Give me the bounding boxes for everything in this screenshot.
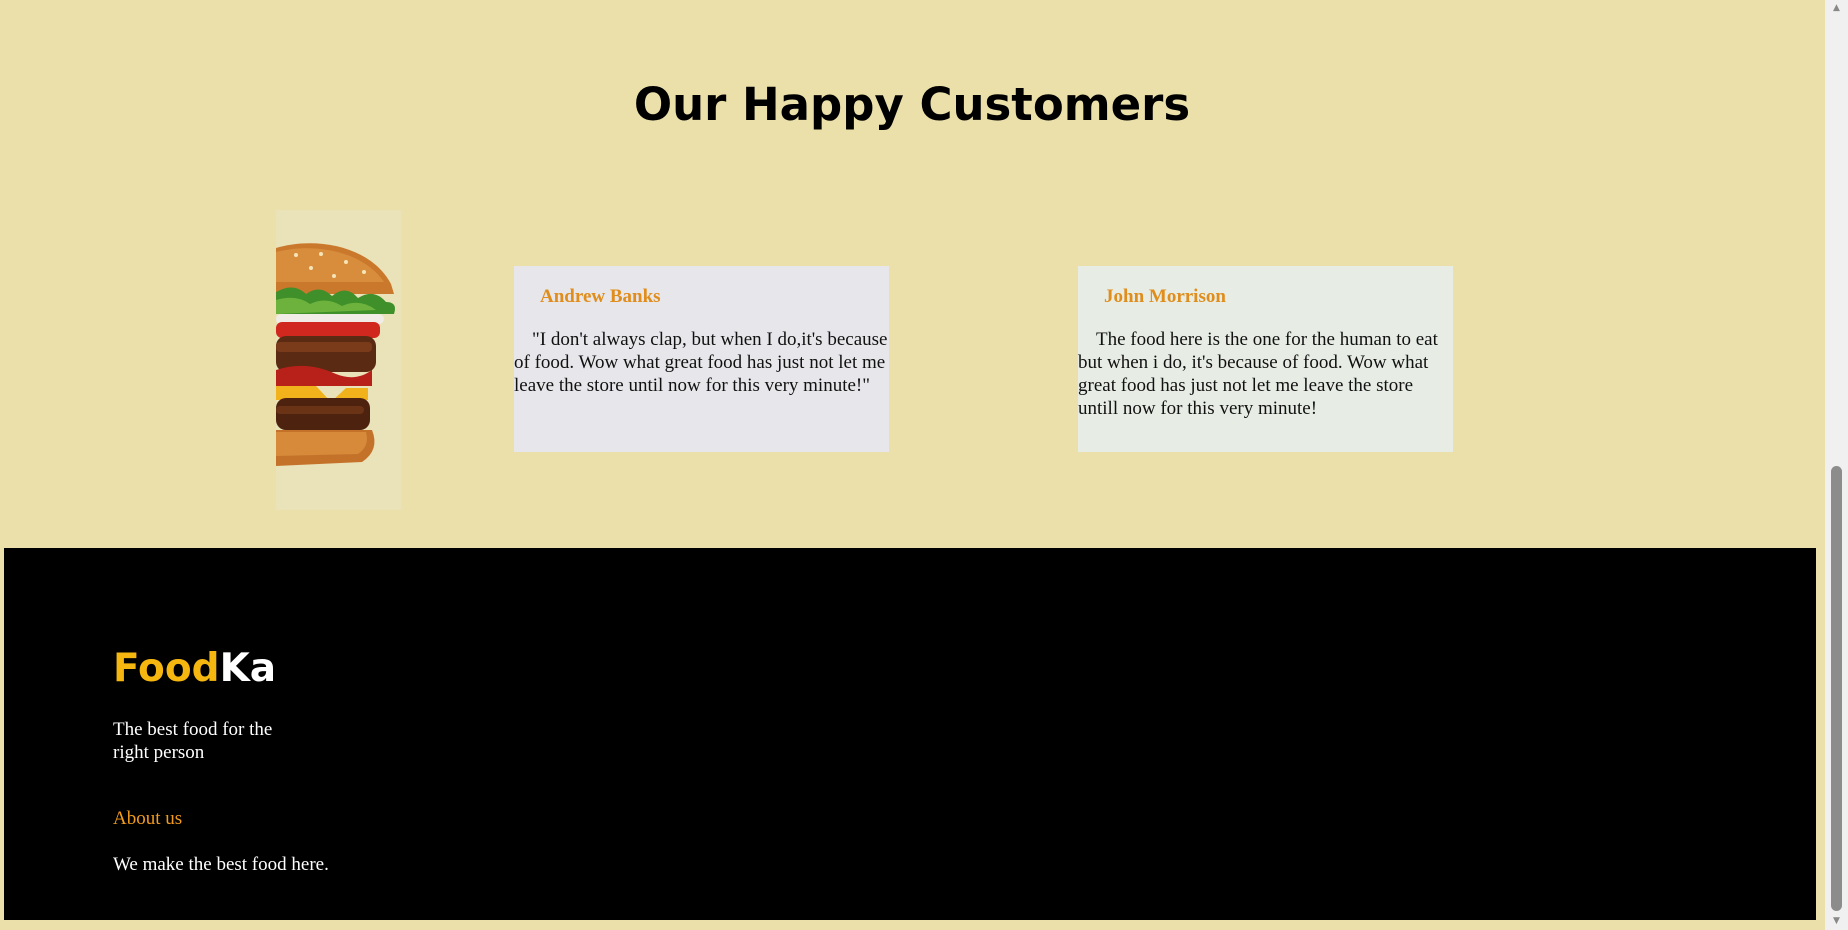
burger-illustration <box>276 210 401 510</box>
logo-part-ka: Ka <box>219 646 277 691</box>
logo-part-food: Food <box>113 646 220 691</box>
scroll-thumb[interactable] <box>1831 466 1842 911</box>
section-title: Our Happy Customers <box>633 78 1191 131</box>
footer: FoodKa The best food for the right perso… <box>4 548 1816 920</box>
testimonial-quote: "I don't always clap, but when I do,it's… <box>514 329 888 396</box>
footer-tagline: The best food for the right person <box>113 719 273 763</box>
footer-logo[interactable]: FoodKa <box>113 646 276 691</box>
testimonial-card: Andrew Banks "I don't always clap, but w… <box>514 266 889 452</box>
about-us-text: We make the best food here. <box>113 854 329 875</box>
page: Our Happy Customers Andrew Banks "I don'… <box>0 0 1848 930</box>
scroll-up-arrow-icon[interactable]: ▲ <box>1825 0 1848 17</box>
burger-image <box>276 210 401 510</box>
testimonial-name: John Morrison <box>1104 286 1226 307</box>
about-us-heading[interactable]: About us <box>113 808 182 830</box>
vertical-scrollbar[interactable]: ▲ ▼ <box>1825 0 1848 930</box>
testimonial-card: John Morrison The food here is the one f… <box>1078 266 1453 452</box>
testimonial-quote: The food here is the one for the human t… <box>1078 329 1438 419</box>
testimonial-name: Andrew Banks <box>540 286 661 307</box>
scroll-down-arrow-icon[interactable]: ▼ <box>1825 913 1848 930</box>
